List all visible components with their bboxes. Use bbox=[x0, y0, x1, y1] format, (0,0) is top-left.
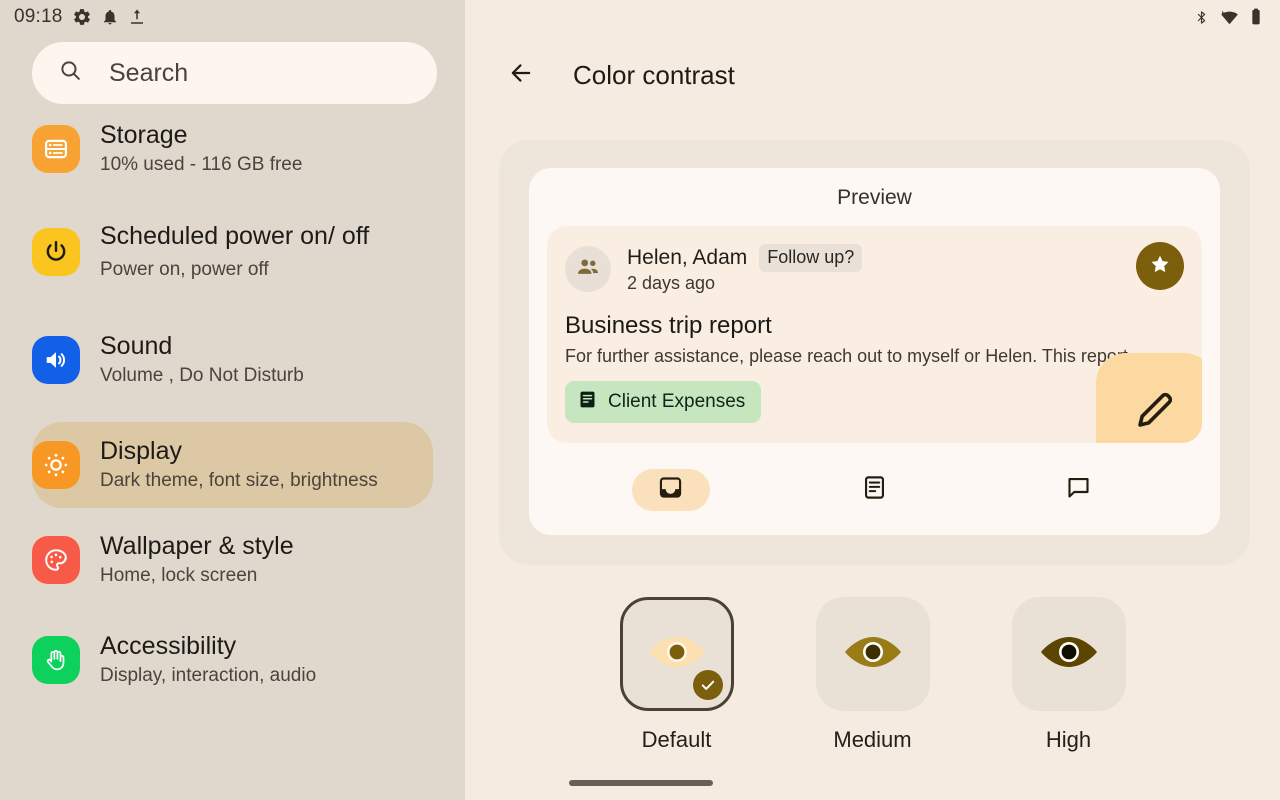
check-badge-icon bbox=[692, 670, 723, 700]
palette-icon bbox=[32, 536, 80, 584]
screen-root: 09:18 Search Storage 10% used - 116 GB f… bbox=[0, 0, 1280, 800]
sidebar-item-subtitle: Display, interaction, audio bbox=[100, 665, 317, 687]
battery-icon bbox=[1250, 7, 1262, 27]
sidebar-item-title: Display bbox=[100, 437, 182, 466]
contrast-tile bbox=[1011, 597, 1126, 711]
page-title: Color contrast bbox=[573, 59, 735, 90]
sidebar-item-wallpaper[interactable]: Wallpaper & style Home, lock screen bbox=[0, 508, 465, 612]
status-time: 09:18 bbox=[14, 6, 63, 27]
preview-bottom-nav bbox=[529, 469, 1220, 511]
search-placeholder: Search bbox=[109, 58, 189, 87]
back-arrow-icon bbox=[507, 59, 535, 92]
contrast-options: Default Medium High bbox=[465, 597, 1280, 753]
mail-sender-row: Helen, Adam Follow up? bbox=[627, 244, 863, 272]
avatar bbox=[565, 246, 611, 292]
mail-header: Helen, Adam Follow up? 2 days ago bbox=[565, 244, 1182, 294]
sidebar-item-subtitle: 10% used - 116 GB free bbox=[100, 154, 303, 176]
search-icon bbox=[58, 58, 83, 88]
chat-icon bbox=[1065, 474, 1092, 506]
sidebar-item-subtitle: Power on, power off bbox=[100, 259, 269, 281]
contrast-option-label: Medium bbox=[833, 727, 912, 752]
article-icon bbox=[577, 389, 598, 415]
sidebar-item-subtitle: Dark theme, font size, brightness bbox=[100, 470, 378, 492]
contrast-option-default[interactable]: Default bbox=[619, 597, 734, 753]
settings-list: Storage 10% used - 116 GB free Scheduled… bbox=[0, 110, 465, 800]
content-pane: Color contrast Preview Helen, Adam Follo… bbox=[465, 0, 1280, 800]
mail-sender: Helen, Adam bbox=[627, 246, 748, 269]
sidebar-item-title: Wallpaper & style bbox=[100, 532, 294, 561]
mail-meta: Helen, Adam Follow up? 2 days ago bbox=[627, 244, 863, 294]
mail-body: For further assistance, please reach out… bbox=[565, 346, 1128, 366]
sidebar-item-storage[interactable]: Storage 10% used - 116 GB free bbox=[0, 110, 465, 192]
gear-icon bbox=[72, 7, 92, 27]
contrast-tile bbox=[619, 597, 734, 711]
contrast-option-label: Default bbox=[641, 727, 712, 752]
sidebar-item-title: Scheduled power on/ off bbox=[100, 222, 370, 251]
sidebar-item-title: Accessibility bbox=[100, 632, 237, 661]
eye-icon bbox=[840, 629, 906, 680]
power-icon bbox=[32, 228, 80, 276]
mail-label-text: Client Expenses bbox=[608, 391, 746, 412]
brightness-icon bbox=[32, 441, 80, 489]
content-status-bar bbox=[465, 0, 1280, 34]
inbox-icon bbox=[657, 474, 684, 506]
article-icon bbox=[861, 474, 888, 506]
sidebar-item-title: Storage bbox=[100, 121, 188, 150]
star-icon bbox=[1148, 252, 1172, 281]
wifi-icon bbox=[1218, 8, 1241, 27]
compose-fab[interactable] bbox=[1096, 353, 1202, 443]
contrast-option-medium[interactable]: Medium bbox=[815, 597, 930, 753]
eye-icon bbox=[1036, 629, 1102, 680]
sidebar-item-subtitle: Home, lock screen bbox=[100, 565, 258, 587]
storage-icon bbox=[32, 125, 80, 173]
bell-icon bbox=[101, 7, 119, 27]
star-button[interactable] bbox=[1136, 242, 1184, 290]
mail-timestamp: 2 days ago bbox=[627, 273, 716, 293]
search-bar-wrapper: Search bbox=[0, 34, 465, 104]
contrast-tile bbox=[815, 597, 930, 711]
contrast-option-high[interactable]: High bbox=[1011, 597, 1126, 753]
preview-label: Preview bbox=[837, 186, 912, 209]
sidebar-item-subtitle: Volume , Do Not Disturb bbox=[100, 365, 304, 387]
search-input[interactable]: Search bbox=[32, 42, 437, 104]
sidebar-status-bar: 09:18 bbox=[0, 0, 465, 34]
pencil-icon bbox=[1132, 387, 1178, 438]
nav-chat-button[interactable] bbox=[1039, 469, 1117, 511]
home-gesture-bar[interactable] bbox=[569, 780, 713, 786]
upload-icon bbox=[128, 7, 146, 27]
sidebar-item-display[interactable]: Display Dark theme, font size, brightnes… bbox=[32, 422, 433, 508]
mail-subject: Business trip report bbox=[565, 312, 772, 339]
people-icon bbox=[575, 254, 601, 285]
nav-article-button[interactable] bbox=[835, 469, 913, 511]
preview-container: Preview Helen, Adam Follow up? 2 days ag… bbox=[499, 140, 1250, 565]
nav-inbox-button[interactable] bbox=[631, 469, 710, 511]
hand-icon bbox=[32, 636, 80, 684]
follow-up-tag[interactable]: Follow up? bbox=[759, 244, 863, 272]
app-bar: Color contrast bbox=[465, 34, 1280, 116]
sidebar-item-title: Sound bbox=[100, 332, 173, 361]
sound-icon bbox=[32, 336, 80, 384]
contrast-option-label: High bbox=[1045, 727, 1092, 752]
sidebar-item-sound[interactable]: Sound Volume , Do Not Disturb bbox=[0, 312, 465, 408]
mail-preview-card: Helen, Adam Follow up? 2 days ago Busine… bbox=[547, 226, 1202, 443]
preview-surface: Preview Helen, Adam Follow up? 2 days ag… bbox=[529, 168, 1220, 535]
sidebar-item-scheduled-power[interactable]: Scheduled power on/ off Power on, power … bbox=[0, 192, 465, 312]
bluetooth-icon bbox=[1194, 8, 1209, 27]
sidebar-item-accessibility[interactable]: Accessibility Display, interaction, audi… bbox=[0, 612, 465, 708]
back-button[interactable] bbox=[499, 53, 543, 97]
settings-sidebar: 09:18 Search Storage 10% used - 116 GB f… bbox=[0, 0, 465, 800]
mail-label-chip[interactable]: Client Expenses bbox=[565, 381, 762, 423]
